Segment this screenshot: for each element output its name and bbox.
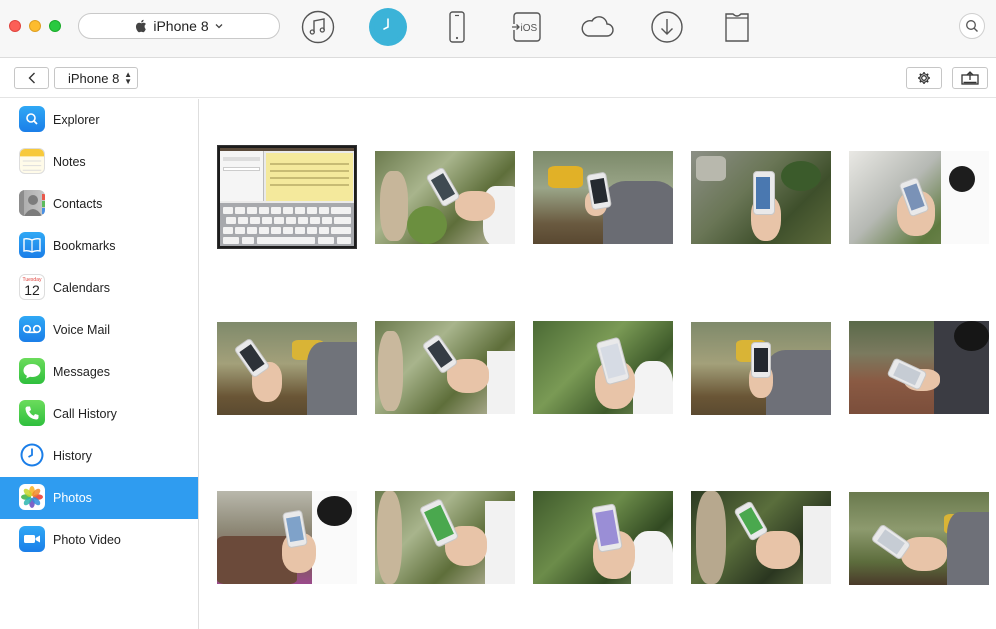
- download-tool[interactable]: [648, 8, 686, 46]
- to-ios-icon: iOS: [512, 12, 541, 42]
- sidebar-item-label: Photo Video: [53, 533, 121, 547]
- sidebar-item-call-history[interactable]: Call History: [0, 393, 198, 435]
- photo-thumbnail[interactable]: [217, 145, 357, 249]
- search-icon: [966, 20, 978, 32]
- sidebar-item-label: Voice Mail: [53, 323, 110, 337]
- device-popup[interactable]: iPhone 8 ▲ ▼: [54, 67, 138, 89]
- photo-thumbnail[interactable]: [849, 151, 989, 244]
- updown-arrows-icon: ▲ ▼: [124, 70, 132, 86]
- sidebar-item-label: Contacts: [53, 197, 103, 211]
- photo-thumbnail[interactable]: [533, 151, 673, 244]
- sidebar-item-label: Notes: [53, 155, 86, 169]
- contacts-icon: [19, 190, 45, 216]
- photo-thumbnail[interactable]: [375, 321, 515, 414]
- device-popup-label: iPhone 8: [68, 70, 120, 86]
- sidebar-item-messages[interactable]: Messages: [0, 351, 198, 393]
- photo-thumbnail[interactable]: [217, 491, 357, 584]
- sidebar-item-label: Bookmarks: [53, 239, 116, 253]
- sidebar-item-photo-video[interactable]: Photo Video: [0, 519, 198, 561]
- notes-icon: [19, 148, 45, 174]
- device-selector[interactable]: iPhone 8: [78, 13, 280, 39]
- photo-thumbnail[interactable]: [375, 151, 515, 244]
- photo-grid: [199, 99, 996, 629]
- explorer-icon: [19, 106, 45, 132]
- calendar-date-label: 12: [24, 282, 40, 298]
- calendar-icon: Tuesday 12: [19, 274, 45, 300]
- voicemail-icon: [19, 316, 45, 342]
- sidebar-item-bookmarks[interactable]: Bookmarks: [0, 225, 198, 267]
- device-tool[interactable]: [438, 8, 476, 46]
- sidebar-item-calendars[interactable]: Tuesday 12 Calendars: [0, 267, 198, 309]
- photo-thumbnail[interactable]: [691, 151, 831, 244]
- photo-thumbnail[interactable]: [691, 491, 831, 584]
- sidebar-item-voice-mail[interactable]: Voice Mail: [0, 309, 198, 351]
- photo-thumbnail[interactable]: [375, 491, 515, 584]
- apple-icon: [136, 19, 147, 33]
- close-window-button[interactable]: [9, 20, 21, 32]
- device-name: iPhone 8: [153, 18, 209, 34]
- photos-icon: [19, 484, 45, 510]
- messages-icon: [19, 358, 45, 384]
- sidebar-item-explorer[interactable]: Explorer: [0, 99, 198, 141]
- sidebar-item-label: History: [53, 449, 92, 463]
- photo-thumbnail[interactable]: [533, 491, 673, 584]
- sidebar-item-label: Photos: [53, 491, 92, 505]
- bookmarks-icon: [19, 232, 45, 258]
- photo-thumbnail[interactable]: [691, 322, 831, 415]
- music-tool[interactable]: [299, 8, 337, 46]
- photo-thumbnail[interactable]: [849, 321, 989, 414]
- sidebar-item-label: Calendars: [53, 281, 110, 295]
- app-window: iPhone 8 iOS iPhone 8 ▲ ▼ Explorer Notes…: [0, 0, 996, 629]
- export-button[interactable]: [952, 67, 988, 89]
- tshirt-icon: [725, 13, 749, 42]
- sidebar-item-label: Call History: [53, 407, 117, 421]
- sidebar-item-notes[interactable]: Notes: [0, 141, 198, 183]
- history-icon: [19, 442, 45, 468]
- back-button[interactable]: [14, 67, 49, 89]
- to-ios-tool[interactable]: iOS: [508, 8, 546, 46]
- navigation-bar: iPhone 8 ▲ ▼: [0, 58, 996, 98]
- settings-button[interactable]: [906, 67, 942, 89]
- phone-icon: [449, 11, 465, 43]
- minimize-window-button[interactable]: [29, 20, 41, 32]
- music-icon: [301, 10, 335, 44]
- history-tool[interactable]: [369, 8, 407, 46]
- top-toolbar: iPhone 8 iOS: [0, 0, 996, 58]
- search-button[interactable]: [959, 13, 985, 39]
- chevron-left-icon: [28, 72, 35, 84]
- history-clock-icon: [374, 13, 402, 41]
- photo-thumbnail[interactable]: [533, 321, 673, 414]
- sidebar-item-label: Explorer: [53, 113, 100, 127]
- download-icon: [651, 11, 683, 43]
- call-history-icon: [19, 400, 45, 426]
- sidebar: Explorer Notes Contacts Bookmarks Tuesda…: [0, 99, 199, 629]
- chevron-down-icon: [215, 24, 223, 29]
- photo-thumbnail[interactable]: [217, 322, 357, 415]
- cloud-tool[interactable]: [578, 8, 616, 46]
- toolkit-tool[interactable]: [718, 8, 756, 46]
- zoom-window-button[interactable]: [49, 20, 61, 32]
- photo-thumbnail[interactable]: [849, 492, 989, 585]
- cloud-icon: [581, 16, 614, 37]
- sidebar-item-contacts[interactable]: Contacts: [0, 183, 198, 225]
- export-icon: [961, 71, 979, 85]
- sidebar-item-label: Messages: [53, 365, 110, 379]
- ios-label: iOS: [521, 23, 538, 34]
- photo-video-icon: [19, 526, 45, 552]
- sidebar-item-history[interactable]: History: [0, 435, 198, 477]
- gear-icon: [918, 72, 930, 84]
- sidebar-item-photos[interactable]: Photos: [0, 477, 198, 519]
